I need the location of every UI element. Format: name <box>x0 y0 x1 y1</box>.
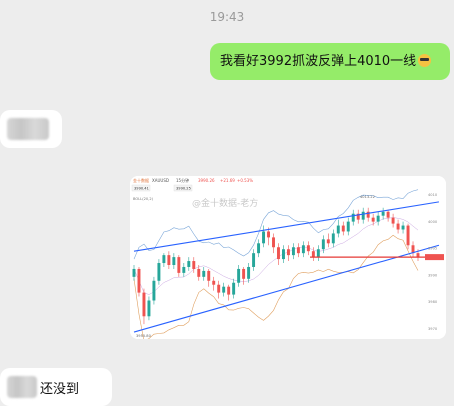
candle <box>252 253 256 267</box>
candle <box>202 270 206 277</box>
candle <box>351 213 355 222</box>
current-price-marker <box>425 254 444 261</box>
candle <box>207 270 211 281</box>
sunglasses-emoji-icon <box>418 54 432 67</box>
price-axis-label: 3995 <box>428 247 437 251</box>
candle <box>406 225 410 246</box>
candle <box>247 266 251 279</box>
candle <box>306 245 310 252</box>
candle <box>197 268 201 277</box>
watermark: @金十数据-老方 <box>192 197 258 209</box>
price-axis-label: 4000 <box>428 220 438 224</box>
candle <box>396 223 400 230</box>
candle <box>291 247 295 256</box>
candle <box>277 247 280 260</box>
candle <box>301 245 305 254</box>
candle <box>242 268 246 279</box>
price-axis-label: 3980 <box>428 300 438 304</box>
chart-timeframe: 15分钟 <box>176 177 189 183</box>
candle <box>187 261 191 267</box>
outgoing-message-text: 我看好3992抓波反弹上4010一线 <box>220 54 417 69</box>
candle <box>346 221 350 232</box>
chart-image-message[interactable]: 金十数据 XAUUSD 15分钟 3990.26 +21.69 +0.53% 3… <box>130 176 446 339</box>
incoming-reply-bubble[interactable]: 还没到 <box>0 368 112 406</box>
candle <box>262 231 266 244</box>
chart-symbol: XAUUSD <box>152 178 169 183</box>
candle <box>376 215 380 222</box>
candle <box>257 243 261 254</box>
candle <box>232 282 236 295</box>
candle <box>336 225 340 234</box>
price-axis-label: 3970 <box>428 327 438 331</box>
candle <box>321 239 325 250</box>
candle <box>142 292 146 317</box>
candle <box>331 233 335 244</box>
low-price-label: 3955.80 <box>136 334 152 338</box>
candle <box>212 280 216 285</box>
incoming-reply-text: 还没到 <box>40 382 80 397</box>
candle <box>182 266 186 273</box>
indicator-label: BOLL(20,2) <box>133 197 154 201</box>
candle <box>152 280 156 301</box>
candle <box>311 251 315 258</box>
candle <box>172 257 176 265</box>
candle <box>227 286 231 295</box>
candle <box>272 237 275 248</box>
candle <box>147 300 151 317</box>
candle <box>282 249 285 260</box>
bid-box-value: 3990.41 <box>134 187 149 191</box>
candle <box>177 257 181 273</box>
candle <box>381 211 385 216</box>
chat-timestamp: 19:43 <box>209 10 245 24</box>
candle <box>296 247 300 254</box>
candle <box>391 217 395 224</box>
candle <box>341 225 345 232</box>
candle <box>217 284 221 293</box>
candle <box>162 255 166 264</box>
candle <box>386 211 390 218</box>
outgoing-message-bubble[interactable]: 我看好3992抓波反弹上4010一线 <box>210 43 450 80</box>
candle <box>401 225 405 230</box>
candle <box>326 239 330 244</box>
chart-logo-text: 金十数据 <box>133 177 149 183</box>
high-price-label: 4013.22 <box>360 195 375 199</box>
chart-change-pct: +0.53% <box>237 178 253 183</box>
candle <box>286 249 290 256</box>
candle <box>157 263 161 281</box>
price-axis-label: 3990 <box>428 273 438 277</box>
candle <box>267 231 270 238</box>
chart-change: +21.69 <box>220 178 235 183</box>
candle <box>132 268 136 277</box>
price-chart: 金十数据 XAUUSD 15分钟 3990.26 +21.69 +0.53% 3… <box>130 176 446 339</box>
candle <box>361 211 365 220</box>
candle <box>137 268 141 293</box>
candle <box>237 268 241 283</box>
redacted-text <box>7 118 49 140</box>
candle <box>167 255 171 265</box>
chart-price: 3990.26 <box>198 178 215 183</box>
incoming-redacted-bubble[interactable] <box>0 110 62 148</box>
candle <box>222 286 226 293</box>
candle <box>371 217 375 222</box>
ask-box-value: 3990.25 <box>176 187 191 191</box>
price-axis-label: 4010 <box>428 193 438 197</box>
candle <box>316 249 320 258</box>
redacted-sender <box>7 376 37 398</box>
candle <box>192 261 196 269</box>
